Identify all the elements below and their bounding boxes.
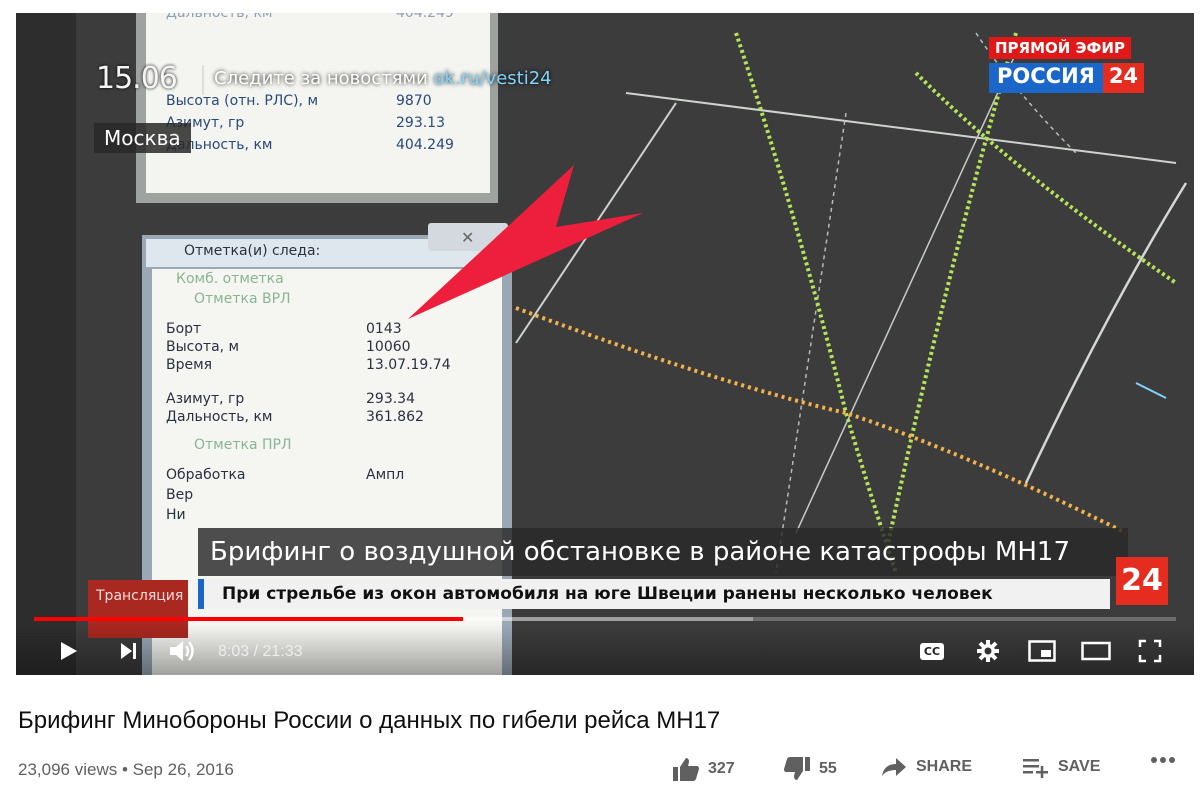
panel-value: Ампл: [366, 467, 405, 483]
panel-value: 9870: [396, 93, 432, 109]
video-meta: 23,096 views • Sep 26, 2016: [18, 760, 234, 780]
follow-label: Следите за новостями: [214, 68, 428, 89]
time-total: 21:33: [262, 643, 303, 660]
play-button[interactable]: [52, 635, 84, 667]
panel-label: Время: [166, 357, 213, 373]
live-badge: ПРЯМОЙ ЭФИР: [989, 37, 1131, 59]
dislike-button[interactable]: 55: [783, 756, 837, 782]
share-button[interactable]: SHARE: [880, 756, 972, 778]
publish-date: Sep 26, 2016: [132, 760, 234, 779]
panel-label: Дальность, км: [166, 13, 273, 21]
panel-section: Отметка ВРЛ: [194, 291, 291, 307]
add-to-playlist-icon: [1023, 759, 1048, 778]
panel-section: Отметка ПРЛ: [194, 437, 292, 453]
time-separator: /: [249, 643, 263, 660]
news-ticker: При стрельбе из окон автомобиля на юге Ш…: [198, 579, 1110, 609]
miniplayer-button[interactable]: [1026, 635, 1058, 667]
progress-bar[interactable]: [34, 617, 1176, 621]
next-button[interactable]: [112, 635, 144, 667]
panel-value: 0143: [366, 321, 402, 337]
city-label: Москва: [94, 123, 191, 153]
theater-icon: [1081, 641, 1111, 661]
like-count: 327: [708, 760, 735, 777]
clock-divider: [202, 65, 204, 95]
panel-label: Борт: [166, 321, 202, 337]
follow-link: ok.ru/vesti24: [433, 68, 552, 89]
follow-text: Следите за новостями ok.ru/vesti24: [214, 68, 552, 89]
share-icon: [882, 758, 906, 776]
captions-icon: CC: [919, 642, 945, 660]
headline-bar: Брифинг о воздушной обстановке в районе …: [198, 528, 1128, 576]
panel-label: Азимут, гр: [166, 391, 245, 407]
panel-label: Высота, м: [166, 339, 240, 355]
save-label: SAVE: [1058, 758, 1101, 775]
channel-logo: РОССИЯ 24: [989, 63, 1145, 93]
dislike-count: 55: [819, 760, 837, 777]
play-icon: [61, 642, 77, 660]
captions-button[interactable]: CC: [916, 635, 948, 667]
panel-value: 404.249: [396, 13, 454, 21]
more-icon: [1151, 757, 1175, 763]
video-title: Брифинг Минобороны России о данных по ги…: [18, 707, 721, 734]
broadcast-clock: 15.06: [96, 61, 178, 96]
time-current: 8:03: [218, 643, 250, 660]
next-icon: [121, 643, 136, 659]
panel-label: Обработка: [166, 467, 246, 483]
like-button[interactable]: 327: [672, 756, 735, 782]
volume-icon: [170, 641, 194, 661]
panel-section: Комб. отметка: [176, 271, 284, 287]
fullscreen-button[interactable]: [1134, 635, 1166, 667]
panel-label: Вер: [166, 487, 194, 503]
panel-value: 13.07.19.74: [366, 357, 451, 373]
radar-panel: Отметка(и) следа: Комб. отметка Отметка …: [154, 243, 499, 527]
brand-badge: 24: [1116, 557, 1168, 605]
panel-value: 404.249: [396, 137, 454, 153]
panel-label: Дальность, км: [166, 409, 273, 425]
meta-separator: •: [117, 760, 133, 779]
miniplayer-icon: [1028, 640, 1056, 662]
panel-value: 361.862: [366, 409, 424, 425]
player-controls: 8:03 / 21:33 CC: [16, 625, 1194, 675]
channel-number: 24: [1102, 63, 1145, 93]
thumbs-up-icon: [673, 758, 699, 781]
panel-title: Отметка(и) следа:: [184, 243, 321, 259]
gear-icon: [977, 640, 999, 662]
time-display: 8:03 / 21:33: [218, 643, 303, 661]
share-label: SHARE: [916, 758, 973, 775]
theater-button[interactable]: [1080, 635, 1112, 667]
more-actions-button[interactable]: [1150, 756, 1184, 764]
panel-value: 10060: [366, 339, 411, 355]
video-player[interactable]: ✕ Дальность, км 404.249 Высота (отн. РЛС)…: [16, 13, 1194, 675]
thumbs-down-icon: [784, 757, 810, 780]
played-bar: [34, 617, 464, 621]
channel-name: РОССИЯ: [989, 63, 1103, 93]
save-button[interactable]: SAVE: [1022, 756, 1100, 778]
fullscreen-icon: [1138, 639, 1162, 663]
panel-label: Ни: [166, 507, 186, 523]
panel-label: Высота (отн. РЛС), м: [166, 93, 319, 109]
panel-value: 293.13: [396, 115, 445, 131]
volume-button[interactable]: [166, 635, 198, 667]
panel-value: 293.34: [366, 391, 415, 407]
settings-button[interactable]: [972, 635, 1004, 667]
view-count: 23,096 views: [18, 760, 118, 779]
